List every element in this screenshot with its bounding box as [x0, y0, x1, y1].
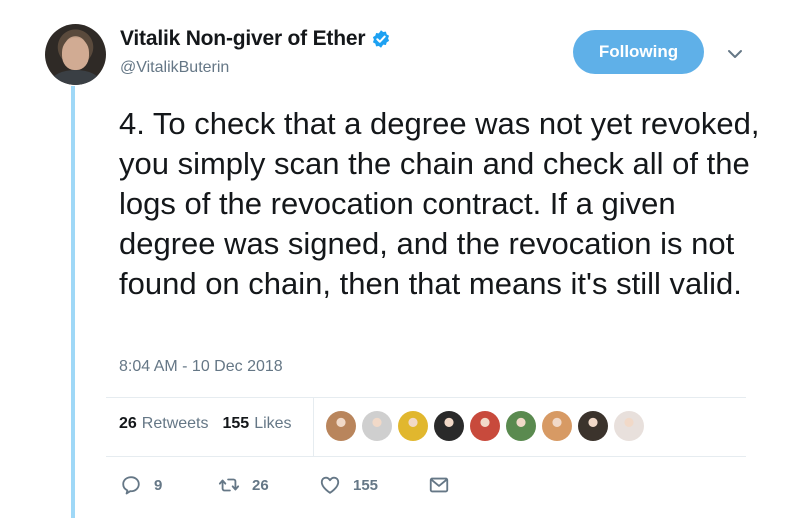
liker-avatar[interactable] — [470, 411, 500, 441]
likes-count: 155 — [222, 415, 250, 432]
tweet-actions: 9 26 155 — [120, 474, 450, 496]
retweets-label: Retweets — [141, 415, 209, 432]
divider — [106, 456, 746, 457]
user-handle[interactable]: @VitalikButerin — [120, 59, 229, 77]
liker-avatar[interactable] — [362, 411, 392, 441]
retweet-icon — [218, 478, 240, 492]
liker-avatar[interactable] — [506, 411, 536, 441]
liker-avatar[interactable] — [578, 411, 608, 441]
thread-line — [71, 86, 75, 518]
stats-separator — [313, 398, 314, 456]
liker-avatar[interactable] — [614, 411, 644, 441]
reply-button[interactable]: 9 — [120, 474, 218, 496]
chevron-down-icon[interactable] — [727, 48, 743, 60]
envelope-icon — [429, 477, 449, 493]
retweets-count: 26 — [119, 415, 137, 432]
liker-avatar[interactable] — [434, 411, 464, 441]
engagement-stats: 26 Retweets 155 Likes — [119, 415, 306, 433]
liker-avatars — [326, 411, 650, 441]
display-name[interactable]: Vitalik Non-giver of Ether — [120, 27, 365, 51]
avatar[interactable] — [45, 24, 106, 85]
liker-avatar[interactable] — [398, 411, 428, 441]
retweet-count: 26 — [252, 476, 269, 494]
liker-avatar[interactable] — [326, 411, 356, 441]
direct-message-button[interactable] — [428, 474, 450, 496]
reply-count: 9 — [154, 476, 163, 494]
retweets-stat[interactable]: 26 Retweets — [119, 415, 209, 433]
tweet-timestamp[interactable]: 8:04 AM - 10 Dec 2018 — [119, 358, 283, 376]
tweet-text: 4. To check that a degree was not yet re… — [119, 106, 760, 301]
verified-badge-icon — [373, 30, 390, 48]
like-button[interactable]: 155 — [319, 474, 428, 496]
author-name-row: Vitalik Non-giver of Ether — [120, 27, 391, 51]
like-count: 155 — [353, 476, 379, 494]
heart-icon — [320, 476, 340, 494]
liker-avatar[interactable] — [542, 411, 572, 441]
retweet-button[interactable]: 26 — [218, 474, 319, 496]
likes-label: Likes — [254, 415, 292, 432]
divider — [106, 397, 746, 398]
reply-icon — [122, 476, 140, 495]
likes-stat[interactable]: 155 Likes — [223, 415, 292, 433]
following-button[interactable]: Following — [573, 30, 704, 74]
